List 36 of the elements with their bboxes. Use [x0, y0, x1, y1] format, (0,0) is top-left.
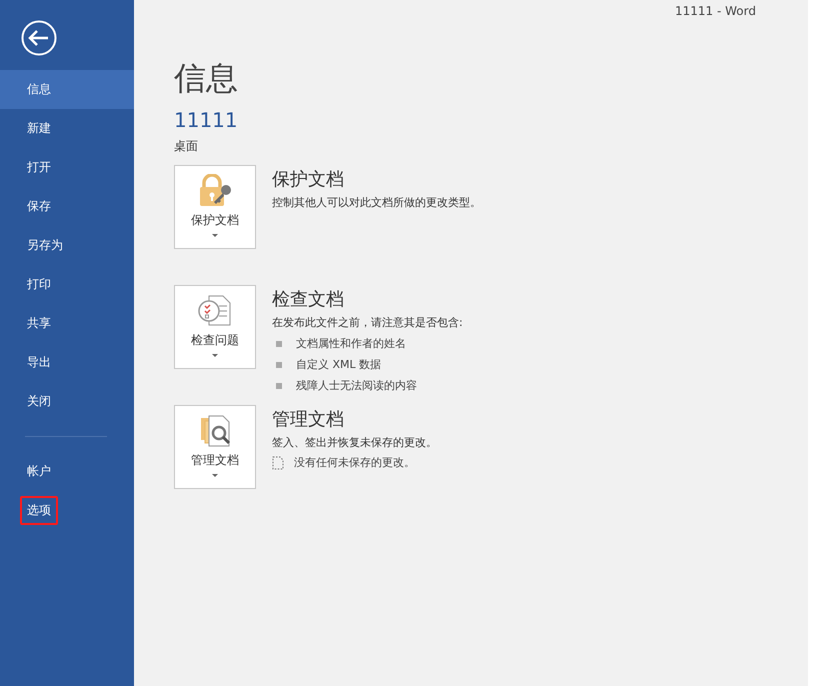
sidebar-item[interactable]: 打印 [20, 270, 58, 299]
sidebar-item[interactable]: 另存为 [20, 231, 70, 260]
sidebar-item[interactable]: 选项 [20, 496, 58, 525]
section-description: 签入、签出并恢复未保存的更改。 [272, 435, 437, 450]
bullet-text: 残障人士无法阅读的内容 [296, 378, 417, 393]
section-description: 在发布此文件之前，请注意其是否包含: [272, 315, 463, 330]
sidebar-item[interactable]: 关闭 [20, 387, 58, 416]
document-location: 桌面 [174, 138, 199, 155]
caret-icon [212, 474, 218, 477]
lock-key-icon [197, 174, 233, 208]
section-description: 控制其他人可以对此文档所做的更改类型。 [272, 195, 481, 210]
sidebar-item[interactable]: 保存 [20, 192, 58, 221]
section-title: 保护文档 [272, 168, 345, 191]
checklist-document-icon [197, 294, 233, 328]
page-heading: 信息 [174, 58, 239, 98]
bullet-text: 文档属性和作者的姓名 [296, 336, 406, 351]
bullet-text: 自定义 XML 数据 [296, 357, 382, 372]
sidebar-item[interactable]: 帐户 [20, 457, 58, 486]
sidebar-item[interactable]: 导出 [20, 348, 58, 377]
sidebar-item[interactable]: 打开 [20, 153, 58, 182]
caret-icon [212, 234, 218, 237]
section-title: 管理文档 [272, 408, 345, 431]
bullet-icon [276, 362, 282, 368]
bullet-icon [276, 382, 282, 388]
window-title: 11111 - Word [675, 4, 756, 18]
sidebar-item[interactable]: 共享 [20, 309, 58, 338]
document-name: 11111 [174, 108, 239, 132]
dotted-page-icon [272, 456, 284, 470]
note-text: 没有任何未保存的更改。 [294, 455, 415, 470]
bullet-icon [276, 340, 282, 346]
caret-icon [212, 354, 218, 357]
inspect-button[interactable]: 检查问题 [174, 285, 256, 369]
section-title: 检查文档 [272, 288, 345, 311]
manage-button[interactable]: 管理文档 [174, 405, 256, 489]
sidebar-item[interactable]: 新建 [20, 114, 58, 143]
protect-button[interactable]: 保护文档 [174, 165, 256, 249]
